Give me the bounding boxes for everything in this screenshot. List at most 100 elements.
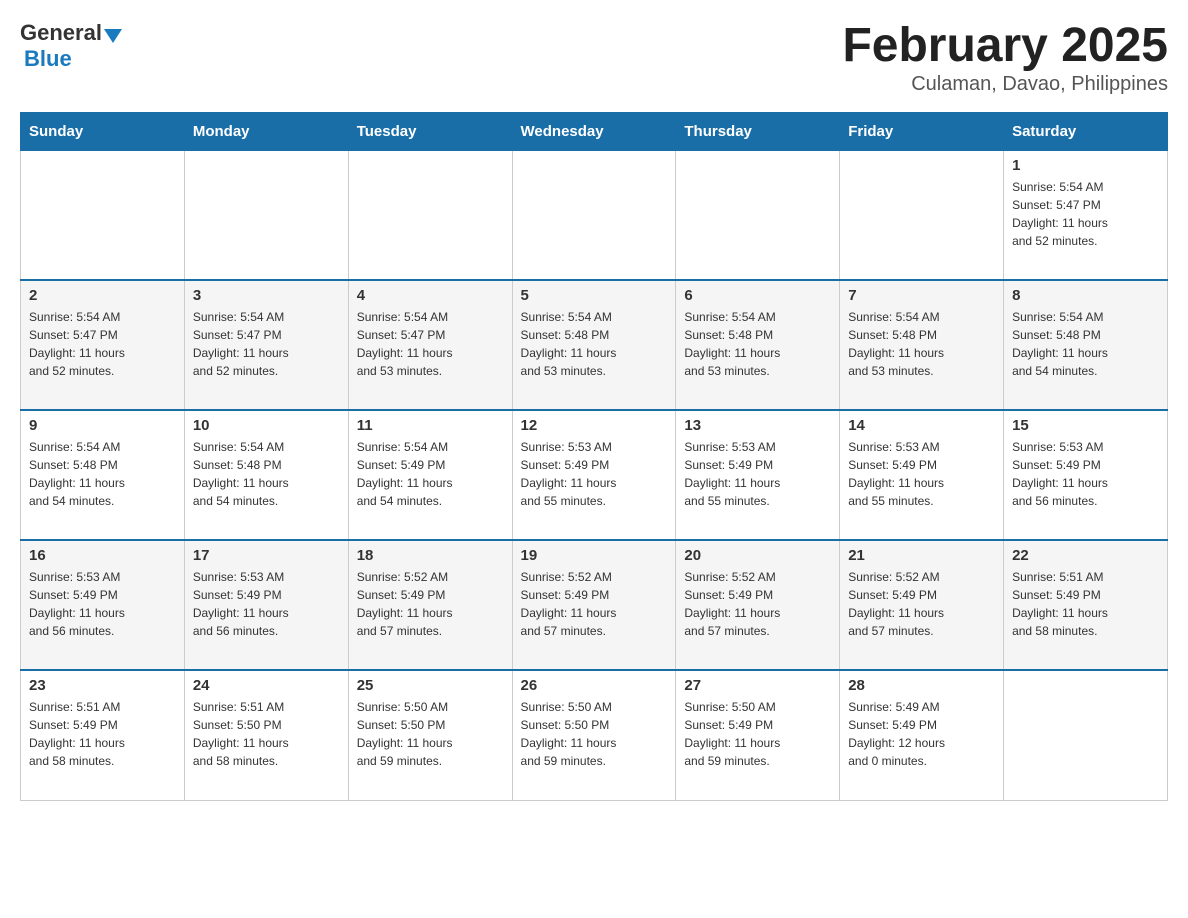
week-row-3: 9Sunrise: 5:54 AM Sunset: 5:48 PM Daylig…	[21, 410, 1168, 540]
day-number: 26	[521, 677, 668, 694]
logo-general-text: General	[20, 20, 102, 46]
day-number: 10	[193, 417, 340, 434]
logo: General Blue	[20, 20, 122, 72]
day-header-sunday: Sunday	[21, 112, 185, 150]
calendar-cell	[512, 150, 676, 280]
calendar-cell: 7Sunrise: 5:54 AM Sunset: 5:48 PM Daylig…	[840, 280, 1004, 410]
day-info: Sunrise: 5:49 AM Sunset: 5:49 PM Dayligh…	[848, 698, 995, 770]
day-info: Sunrise: 5:52 AM Sunset: 5:49 PM Dayligh…	[684, 568, 831, 640]
day-number: 2	[29, 287, 176, 304]
day-number: 6	[684, 287, 831, 304]
header-row: SundayMondayTuesdayWednesdayThursdayFrid…	[21, 112, 1168, 150]
day-header-thursday: Thursday	[676, 112, 840, 150]
day-info: Sunrise: 5:54 AM Sunset: 5:48 PM Dayligh…	[684, 308, 831, 380]
day-number: 22	[1012, 547, 1159, 564]
calendar-cell: 3 Sunrise: 5:54 AM Sunset: 5:47 PM Daylig…	[184, 280, 348, 410]
day-info: Sunrise: 5:54 AM Sunset: 5:49 PM Dayligh…	[357, 438, 504, 510]
calendar-title: February 2025	[842, 20, 1168, 73]
day-number: 13	[684, 417, 831, 434]
day-number: 16	[29, 547, 176, 564]
calendar-cell	[1004, 670, 1168, 800]
day-number: 20	[684, 547, 831, 564]
day-number: 3	[193, 287, 340, 304]
calendar-cell: 21 Sunrise: 5:52 AM Sunset: 5:49 PM Dayli…	[840, 540, 1004, 670]
day-number: 23	[29, 677, 176, 694]
calendar-cell: 16 Sunrise: 5:53 AM Sunset: 5:49 PM Dayli…	[21, 540, 185, 670]
day-number: 28	[848, 677, 995, 694]
day-number: 19	[521, 547, 668, 564]
day-header-monday: Monday	[184, 112, 348, 150]
calendar-cell: 4 Sunrise: 5:54 AM Sunset: 5:47 PM Daylig…	[348, 280, 512, 410]
day-number: 18	[357, 547, 504, 564]
day-info: Sunrise: 5:53 AM Sunset: 5:49 PM Dayligh…	[848, 438, 995, 510]
day-info: Sunrise: 5:52 AM Sunset: 5:49 PM Dayligh…	[521, 568, 668, 640]
day-number: 21	[848, 547, 995, 564]
calendar-cell: 13 Sunrise: 5:53 AM Sunset: 5:49 PM Dayli…	[676, 410, 840, 540]
calendar-cell: 25 Sunrise: 5:50 AM Sunset: 5:50 PM Dayli…	[348, 670, 512, 800]
day-number: 7	[848, 287, 995, 304]
day-info: Sunrise: 5:52 AM Sunset: 5:49 PM Dayligh…	[848, 568, 995, 640]
calendar-cell: 15 Sunrise: 5:53 AM Sunset: 5:49 PM Dayli…	[1004, 410, 1168, 540]
day-info: Sunrise: 5:54 AM Sunset: 5:47 PM Dayligh…	[1012, 178, 1159, 250]
day-number: 4	[357, 287, 504, 304]
day-number: 25	[357, 677, 504, 694]
calendar-title-block: February 2025 Culaman, Davao, Philippine…	[842, 20, 1168, 96]
day-info: Sunrise: 5:54 AM Sunset: 5:47 PM Dayligh…	[29, 308, 176, 380]
day-number: 15	[1012, 417, 1159, 434]
calendar-cell: 14 Sunrise: 5:53 AM Sunset: 5:49 PM Dayli…	[840, 410, 1004, 540]
calendar-cell: 22 Sunrise: 5:51 AM Sunset: 5:49 PM Dayli…	[1004, 540, 1168, 670]
calendar-cell	[348, 150, 512, 280]
day-info: Sunrise: 5:53 AM Sunset: 5:49 PM Dayligh…	[684, 438, 831, 510]
day-number: 12	[521, 417, 668, 434]
calendar-subtitle: Culaman, Davao, Philippines	[842, 73, 1168, 96]
calendar-cell: 24 Sunrise: 5:51 AM Sunset: 5:50 PM Dayli…	[184, 670, 348, 800]
day-info: Sunrise: 5:51 AM Sunset: 5:50 PM Dayligh…	[193, 698, 340, 770]
day-number: 8	[1012, 287, 1159, 304]
calendar-cell: 8 Sunrise: 5:54 AM Sunset: 5:48 PM Daylig…	[1004, 280, 1168, 410]
calendar-table: SundayMondayTuesdayWednesdayThursdayFrid…	[20, 112, 1168, 801]
week-row-2: 2 Sunrise: 5:54 AM Sunset: 5:47 PM Daylig…	[21, 280, 1168, 410]
logo-triangle-icon	[104, 29, 122, 43]
calendar-cell: 27Sunrise: 5:50 AM Sunset: 5:49 PM Dayli…	[676, 670, 840, 800]
day-number: 14	[848, 417, 995, 434]
day-header-tuesday: Tuesday	[348, 112, 512, 150]
day-info: Sunrise: 5:54 AM Sunset: 5:48 PM Dayligh…	[521, 308, 668, 380]
day-info: Sunrise: 5:50 AM Sunset: 5:50 PM Dayligh…	[357, 698, 504, 770]
calendar-cell	[676, 150, 840, 280]
week-row-1: 1Sunrise: 5:54 AM Sunset: 5:47 PM Daylig…	[21, 150, 1168, 280]
calendar-cell: 11 Sunrise: 5:54 AM Sunset: 5:49 PM Dayli…	[348, 410, 512, 540]
day-info: Sunrise: 5:51 AM Sunset: 5:49 PM Dayligh…	[29, 698, 176, 770]
calendar-cell	[840, 150, 1004, 280]
calendar-cell: 26Sunrise: 5:50 AM Sunset: 5:50 PM Dayli…	[512, 670, 676, 800]
day-number: 17	[193, 547, 340, 564]
calendar-body: 1Sunrise: 5:54 AM Sunset: 5:47 PM Daylig…	[21, 150, 1168, 800]
day-info: Sunrise: 5:50 AM Sunset: 5:49 PM Dayligh…	[684, 698, 831, 770]
day-info: Sunrise: 5:53 AM Sunset: 5:49 PM Dayligh…	[193, 568, 340, 640]
calendar-cell: 12Sunrise: 5:53 AM Sunset: 5:49 PM Dayli…	[512, 410, 676, 540]
calendar-header: SundayMondayTuesdayWednesdayThursdayFrid…	[21, 112, 1168, 150]
calendar-cell: 1Sunrise: 5:54 AM Sunset: 5:47 PM Daylig…	[1004, 150, 1168, 280]
day-info: Sunrise: 5:53 AM Sunset: 5:49 PM Dayligh…	[29, 568, 176, 640]
day-info: Sunrise: 5:54 AM Sunset: 5:47 PM Dayligh…	[193, 308, 340, 380]
day-number: 24	[193, 677, 340, 694]
day-header-wednesday: Wednesday	[512, 112, 676, 150]
day-info: Sunrise: 5:54 AM Sunset: 5:47 PM Dayligh…	[357, 308, 504, 380]
calendar-cell: 19 Sunrise: 5:52 AM Sunset: 5:49 PM Dayli…	[512, 540, 676, 670]
calendar-cell: 10Sunrise: 5:54 AM Sunset: 5:48 PM Dayli…	[184, 410, 348, 540]
calendar-cell: 23 Sunrise: 5:51 AM Sunset: 5:49 PM Dayli…	[21, 670, 185, 800]
day-info: Sunrise: 5:53 AM Sunset: 5:49 PM Dayligh…	[1012, 438, 1159, 510]
calendar-cell	[184, 150, 348, 280]
day-number: 5	[521, 287, 668, 304]
calendar-cell: 2 Sunrise: 5:54 AM Sunset: 5:47 PM Daylig…	[21, 280, 185, 410]
day-header-friday: Friday	[840, 112, 1004, 150]
day-header-saturday: Saturday	[1004, 112, 1168, 150]
day-info: Sunrise: 5:52 AM Sunset: 5:49 PM Dayligh…	[357, 568, 504, 640]
day-info: Sunrise: 5:54 AM Sunset: 5:48 PM Dayligh…	[1012, 308, 1159, 380]
calendar-cell: 5 Sunrise: 5:54 AM Sunset: 5:48 PM Daylig…	[512, 280, 676, 410]
calendar-cell: 9Sunrise: 5:54 AM Sunset: 5:48 PM Daylig…	[21, 410, 185, 540]
calendar-cell: 6 Sunrise: 5:54 AM Sunset: 5:48 PM Daylig…	[676, 280, 840, 410]
day-number: 11	[357, 417, 504, 434]
day-info: Sunrise: 5:51 AM Sunset: 5:49 PM Dayligh…	[1012, 568, 1159, 640]
calendar-cell	[21, 150, 185, 280]
page-header: General Blue February 2025 Culaman, Dava…	[20, 20, 1168, 96]
